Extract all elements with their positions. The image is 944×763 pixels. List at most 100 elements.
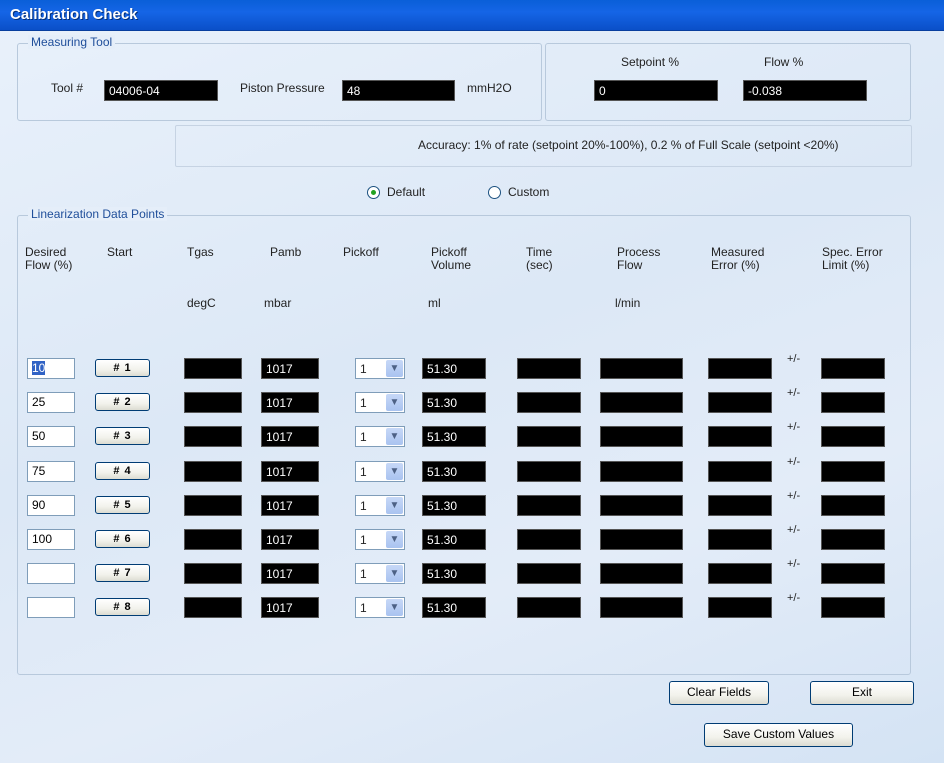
start-button[interactable]: # 8 — [95, 598, 150, 616]
pickoff-select[interactable]: 1 ▼ — [355, 461, 405, 482]
start-button[interactable]: # 7 — [95, 564, 150, 582]
measured-error-field[interactable] — [708, 392, 772, 413]
time-field[interactable] — [517, 358, 581, 379]
measured-error-field[interactable] — [708, 563, 772, 584]
tgas-field[interactable] — [184, 529, 242, 550]
tgas-field[interactable] — [184, 563, 242, 584]
flow-field[interactable]: -0.038 — [743, 80, 867, 101]
time-field[interactable] — [517, 597, 581, 618]
pamb-field[interactable]: 1017 — [261, 461, 319, 482]
process-flow-field[interactable] — [600, 563, 683, 584]
pamb-field[interactable]: 1017 — [261, 495, 319, 516]
spec-error-field[interactable] — [821, 426, 885, 447]
desired-flow-input[interactable]: 25 — [27, 392, 75, 413]
pickoff-select[interactable]: 1 ▼ — [355, 392, 405, 413]
pamb-field[interactable]: 1017 — [261, 426, 319, 447]
chevron-down-icon[interactable]: ▼ — [386, 531, 403, 548]
process-flow-field[interactable] — [600, 392, 683, 413]
tgas-field[interactable] — [184, 426, 242, 447]
chevron-down-icon[interactable]: ▼ — [386, 463, 403, 480]
chevron-down-icon[interactable]: ▼ — [386, 599, 403, 616]
measured-error-field[interactable] — [708, 426, 772, 447]
chevron-down-icon[interactable]: ▼ — [386, 394, 403, 411]
tool-number-field[interactable]: 04006-04 — [104, 80, 218, 101]
pamb-field[interactable]: 1017 — [261, 358, 319, 379]
desired-flow-input[interactable]: 10 — [27, 358, 75, 379]
piston-pressure-field[interactable]: 48 — [342, 80, 455, 101]
time-field[interactable] — [517, 461, 581, 482]
measured-error-field[interactable] — [708, 495, 772, 516]
process-flow-field[interactable] — [600, 529, 683, 550]
chevron-down-icon[interactable]: ▼ — [386, 565, 403, 582]
measured-error-field[interactable] — [708, 358, 772, 379]
time-field[interactable] — [517, 563, 581, 584]
pickoff-select[interactable]: 1 ▼ — [355, 358, 405, 379]
pickoff-volume-field[interactable]: 51.30 — [422, 597, 486, 618]
pickoff-volume-field[interactable]: 51.30 — [422, 392, 486, 413]
pickoff-volume-field[interactable]: 51.30 — [422, 495, 486, 516]
measured-error-field[interactable] — [708, 461, 772, 482]
tgas-field[interactable] — [184, 597, 242, 618]
save-custom-values-button[interactable]: Save Custom Values — [704, 723, 853, 747]
desired-flow-input[interactable]: 100 — [27, 529, 75, 550]
measured-error-field[interactable] — [708, 597, 772, 618]
exit-button[interactable]: Exit — [810, 681, 914, 705]
pamb-field[interactable]: 1017 — [261, 392, 319, 413]
pickoff-volume-field[interactable]: 51.30 — [422, 358, 486, 379]
spec-error-field[interactable] — [821, 563, 885, 584]
desired-flow-input[interactable]: 90 — [27, 495, 75, 516]
spec-error-field[interactable] — [821, 392, 885, 413]
clear-fields-button[interactable]: Clear Fields — [669, 681, 769, 705]
process-flow-field[interactable] — [600, 597, 683, 618]
start-button[interactable]: # 1 — [95, 359, 150, 377]
pickoff-volume-field[interactable]: 51.30 — [422, 461, 486, 482]
start-button[interactable]: # 4 — [95, 462, 150, 480]
time-field[interactable] — [517, 426, 581, 447]
desired-flow-input[interactable] — [27, 563, 75, 584]
tgas-field[interactable] — [184, 495, 242, 516]
chevron-down-icon[interactable]: ▼ — [386, 360, 403, 377]
custom-radio-label[interactable]: Custom — [508, 185, 549, 199]
process-flow-field[interactable] — [600, 461, 683, 482]
pickoff-volume-field[interactable]: 51.30 — [422, 529, 486, 550]
measured-error-field[interactable] — [708, 529, 772, 550]
custom-radio[interactable] — [488, 186, 501, 199]
time-field[interactable] — [517, 392, 581, 413]
time-field[interactable] — [517, 529, 581, 550]
process-flow-field[interactable] — [600, 495, 683, 516]
tgas-field[interactable] — [184, 358, 242, 379]
default-radio-label[interactable]: Default — [387, 185, 425, 199]
pickoff-select[interactable]: 1 ▼ — [355, 529, 405, 550]
chevron-down-icon[interactable]: ▼ — [386, 497, 403, 514]
process-flow-field[interactable] — [600, 358, 683, 379]
desired-flow-input[interactable]: 75 — [27, 461, 75, 482]
pickoff-select[interactable]: 1 ▼ — [355, 597, 405, 618]
spec-error-field[interactable] — [821, 358, 885, 379]
spec-error-field[interactable] — [821, 461, 885, 482]
desired-flow-input[interactable]: 50 — [27, 426, 75, 447]
start-button[interactable]: # 6 — [95, 530, 150, 548]
start-button[interactable]: # 3 — [95, 427, 150, 445]
title-bar[interactable]: Calibration Check — [0, 0, 944, 31]
spec-error-field[interactable] — [821, 495, 885, 516]
spec-error-field[interactable] — [821, 597, 885, 618]
spec-error-field[interactable] — [821, 529, 885, 550]
chevron-down-icon[interactable]: ▼ — [386, 428, 403, 445]
process-flow-field[interactable] — [600, 426, 683, 447]
pamb-field[interactable]: 1017 — [261, 563, 319, 584]
setpoint-field[interactable]: 0 — [594, 80, 718, 101]
pickoff-volume-field[interactable]: 51.30 — [422, 426, 486, 447]
pickoff-select[interactable]: 1 ▼ — [355, 495, 405, 516]
pamb-field[interactable]: 1017 — [261, 597, 319, 618]
pickoff-select[interactable]: 1 ▼ — [355, 426, 405, 447]
tgas-field[interactable] — [184, 392, 242, 413]
default-radio[interactable] — [367, 186, 380, 199]
tgas-field[interactable] — [184, 461, 242, 482]
start-button[interactable]: # 2 — [95, 393, 150, 411]
start-button[interactable]: # 5 — [95, 496, 150, 514]
time-field[interactable] — [517, 495, 581, 516]
pickoff-volume-field[interactable]: 51.30 — [422, 563, 486, 584]
pamb-field[interactable]: 1017 — [261, 529, 319, 550]
pickoff-select[interactable]: 1 ▼ — [355, 563, 405, 584]
desired-flow-input[interactable] — [27, 597, 75, 618]
